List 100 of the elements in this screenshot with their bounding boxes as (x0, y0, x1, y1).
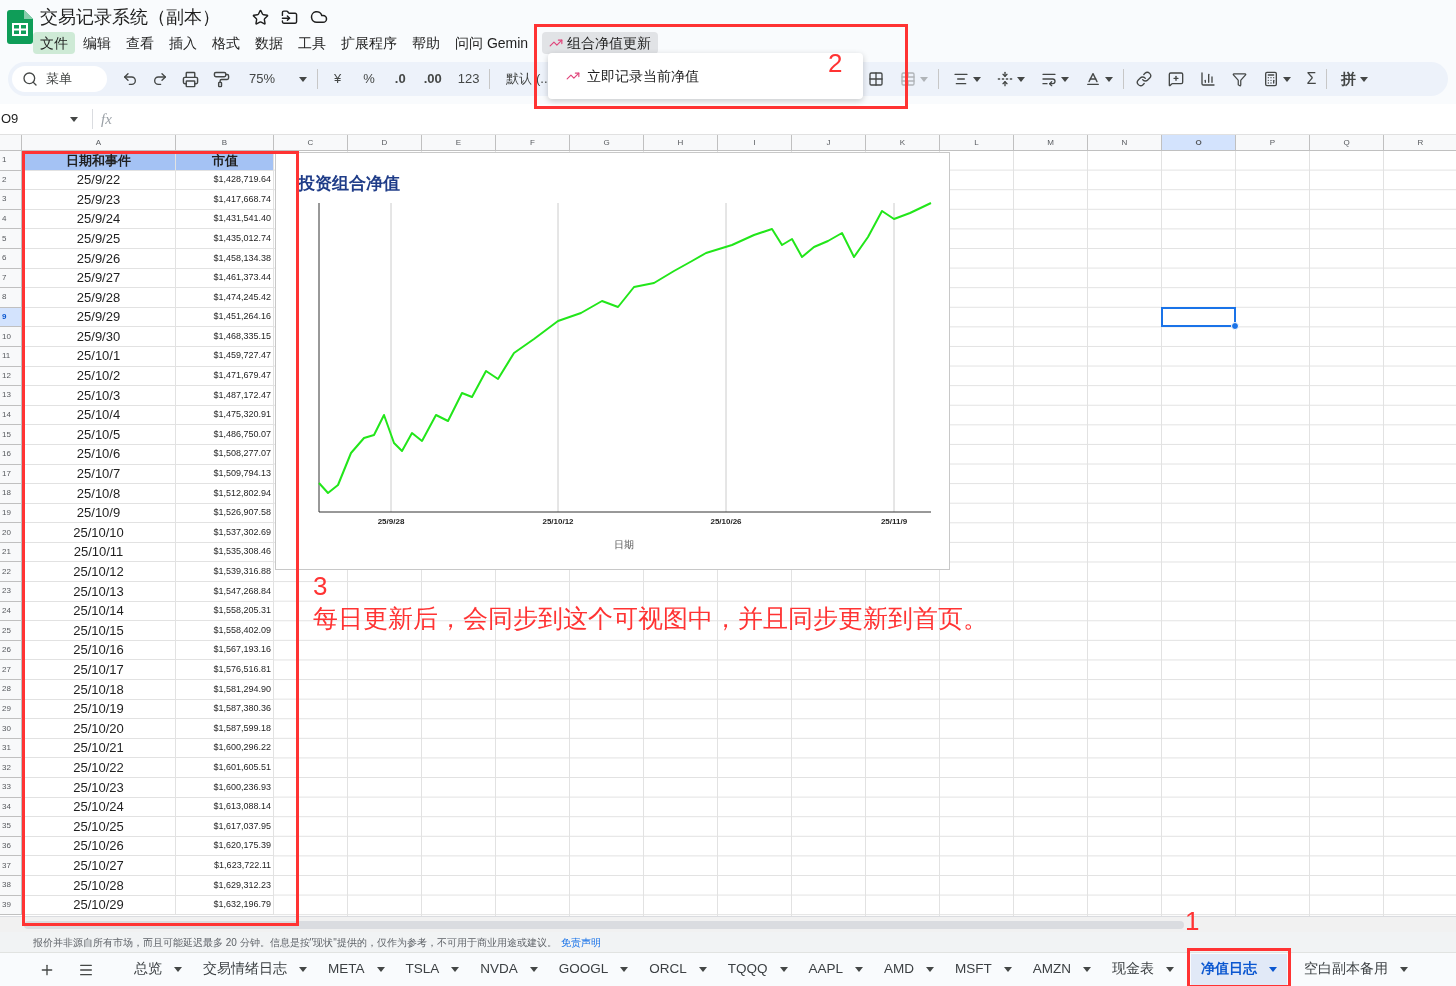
column-header[interactable]: Q (1310, 135, 1384, 150)
sheet-tab[interactable]: TQQQ (717, 953, 798, 986)
comment-icon[interactable] (1167, 71, 1184, 87)
sheet-tab[interactable]: MSFT (945, 953, 1022, 986)
menu-item[interactable]: 组合净值更新 (542, 32, 659, 54)
column-header[interactable]: B (176, 135, 274, 150)
horizontal-scrollbar[interactable] (24, 920, 1184, 929)
paint-format-icon[interactable] (213, 70, 230, 88)
menu-item[interactable]: 问问 Gemin (448, 32, 536, 54)
row-header[interactable]: 30 (0, 719, 22, 739)
row-header[interactable]: 34 (0, 797, 22, 818)
column-header[interactable]: H (644, 135, 718, 150)
sheets-logo-icon[interactable] (7, 10, 33, 44)
row-header[interactable]: 6 (0, 248, 22, 269)
sheet-tab[interactable]: GOOGL (548, 953, 639, 986)
column-header[interactable]: C (274, 135, 348, 150)
menu-item[interactable]: 格式 (205, 32, 247, 54)
row-header[interactable]: 3 (0, 190, 22, 210)
sheet-tab[interactable]: 净值日志 (1191, 953, 1288, 986)
menu-item[interactable]: 数据 (248, 32, 290, 54)
row-header[interactable]: 19 (0, 503, 22, 524)
column-header[interactable]: G (570, 135, 644, 150)
number-format-button[interactable]: 123 (451, 65, 486, 93)
column-header[interactable]: L (940, 135, 1014, 150)
row-header[interactable]: 20 (0, 523, 22, 543)
column-header[interactable]: E (422, 135, 496, 150)
zoom-dropdown[interactable]: 75% (243, 65, 313, 93)
menu-item[interactable]: 插入 (162, 32, 204, 54)
row-header[interactable]: 11 (0, 346, 22, 367)
selected-cell[interactable] (1161, 306, 1236, 328)
row-header[interactable]: 27 (0, 660, 22, 681)
sheet-tab[interactable]: TSLA (395, 953, 470, 986)
row-header[interactable]: 13 (0, 386, 22, 406)
row-header[interactable]: 5 (0, 229, 22, 249)
column-header[interactable]: K (866, 135, 940, 150)
row-header[interactable]: 8 (0, 288, 22, 308)
row-header[interactable]: 38 (0, 875, 22, 896)
name-box[interactable]: O9 (0, 108, 84, 130)
column-header[interactable]: M (1014, 135, 1088, 150)
row-header[interactable]: 18 (0, 484, 22, 504)
row-header[interactable]: 1 (0, 151, 22, 171)
sheet-tab[interactable]: ORCL (639, 953, 717, 986)
sheet-tab[interactable]: 空白副本备用 (1294, 953, 1419, 986)
cloud-icon[interactable] (310, 8, 328, 26)
row-header[interactable]: 10 (0, 327, 22, 347)
row-header[interactable]: 23 (0, 582, 22, 602)
sheet-tab[interactable]: 总览 (124, 953, 192, 986)
column-header[interactable]: F (496, 135, 570, 150)
sheet-tab[interactable]: AAPL (798, 953, 874, 986)
row-header[interactable]: 24 (0, 601, 22, 622)
row-header[interactable]: 21 (0, 542, 22, 563)
column-header[interactable]: P (1236, 135, 1310, 150)
row-header[interactable]: 29 (0, 699, 22, 720)
row-header[interactable]: 12 (0, 366, 22, 387)
row-header[interactable]: 9 (0, 307, 22, 328)
input-method-button[interactable]: 拼 (1335, 65, 1375, 93)
menu-item[interactable]: 文件 (33, 32, 75, 54)
undo-icon[interactable] (122, 71, 138, 87)
column-header[interactable]: O (1162, 135, 1236, 150)
column-header[interactable]: A (22, 135, 176, 150)
sheet-tab[interactable]: 现金表 (1102, 953, 1185, 986)
row-header[interactable]: 25 (0, 621, 22, 641)
sum-button[interactable]: Σ (1300, 65, 1323, 93)
dropdown-item[interactable]: 立即记录当前净值 (566, 65, 699, 87)
link-icon[interactable] (1135, 71, 1152, 87)
increase-decimal-button[interactable]: .00 (417, 65, 448, 93)
row-header[interactable]: 28 (0, 680, 22, 700)
menu-item[interactable]: 帮助 (405, 32, 447, 54)
column-header[interactable]: I (718, 135, 792, 150)
row-header[interactable]: 22 (0, 562, 22, 583)
menu-item[interactable]: 扩展程序 (334, 32, 404, 54)
redo-icon[interactable] (152, 71, 168, 87)
row-header[interactable]: 17 (0, 464, 22, 485)
column-header[interactable]: J (792, 135, 866, 150)
row-header[interactable]: 32 (0, 758, 22, 778)
column-header[interactable]: D (348, 135, 422, 150)
row-header[interactable]: 16 (0, 444, 22, 465)
decrease-decimal-button[interactable]: .0 (388, 65, 412, 93)
star-icon[interactable] (252, 8, 269, 26)
row-header[interactable]: 33 (0, 778, 22, 798)
sheet-tab[interactable]: AMZN (1022, 953, 1102, 986)
row-header[interactable]: 15 (0, 425, 22, 445)
borders-icon[interactable] (867, 71, 884, 87)
filter-icon[interactable] (1231, 71, 1247, 87)
folder-move-icon[interactable] (281, 8, 298, 26)
percent-button[interactable]: % (357, 65, 381, 93)
print-icon[interactable] (182, 70, 199, 88)
disclaimer-link[interactable]: 免责声明 (560, 934, 601, 950)
row-header[interactable]: 35 (0, 817, 22, 837)
column-header[interactable]: R (1384, 135, 1456, 150)
menu-item[interactable]: 查看 (119, 32, 161, 54)
row-header[interactable]: 14 (0, 405, 22, 426)
row-header[interactable]: 31 (0, 738, 22, 759)
menu-search-field[interactable]: 菜单 (12, 66, 107, 92)
sheet-tab[interactable]: NVDA (470, 953, 548, 986)
font-dropdown[interactable]: 默认 (.. (500, 65, 554, 93)
row-header[interactable]: 2 (0, 170, 22, 191)
chart-icon[interactable] (1199, 71, 1216, 87)
row-header[interactable]: 37 (0, 856, 22, 876)
menu-item[interactable]: 编辑 (76, 32, 118, 54)
